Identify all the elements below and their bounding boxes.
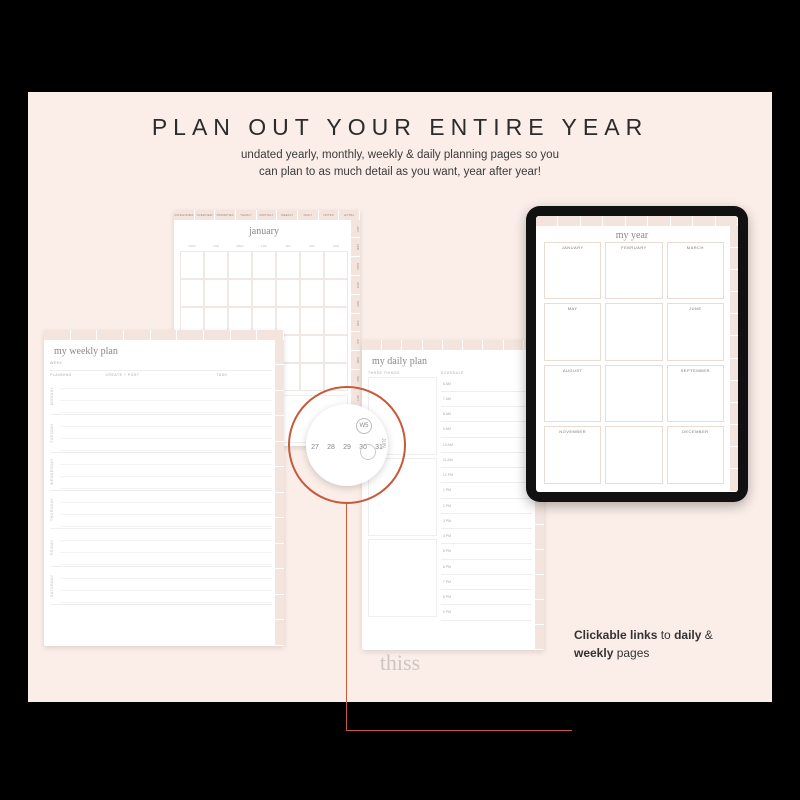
- time-slot: 6 PM: [441, 560, 532, 575]
- heading-block: PLAN OUT YOUR ENTIRE YEAR undated yearly…: [28, 92, 772, 182]
- tab[interactable]: DAILY: [298, 210, 319, 220]
- time-slot: 9 PM: [441, 605, 532, 620]
- time-slot: 7 AM: [441, 392, 532, 407]
- dow: WED: [228, 241, 252, 251]
- weekly-page-preview: my weekly plan WEEK PLANNING CREATE + PO…: [44, 330, 284, 646]
- day-row: TUESDAY: [50, 415, 272, 453]
- month-cell[interactable]: FEBRUARY: [605, 242, 662, 300]
- dow: MON: [180, 241, 204, 251]
- day-row: FRIDAY: [50, 529, 272, 567]
- time-slot: 1 PM: [441, 483, 532, 498]
- tab[interactable]: OVERVIEW: [195, 210, 216, 220]
- yearly-title: my year: [536, 230, 728, 241]
- side-tab[interactable]: APR: [351, 276, 360, 295]
- dow: THU: [252, 241, 276, 251]
- col-label: SCHEDULE: [441, 371, 532, 375]
- tab[interactable]: PRIORITIES: [215, 210, 236, 220]
- month-cell[interactable]: SEPTEMBER: [667, 365, 724, 423]
- col-label: THREE THINGS: [368, 371, 437, 375]
- promo-title: PLAN OUT YOUR ENTIRE YEAR: [28, 114, 772, 141]
- month-cell[interactable]: DECEMBER: [667, 426, 724, 484]
- week-link-circle[interactable]: W5: [356, 418, 372, 434]
- tab[interactable]: NOTES: [319, 210, 340, 220]
- mini-date[interactable]: 27: [310, 444, 321, 451]
- time-slot: 9 AM: [441, 422, 532, 437]
- dow: SUN: [324, 241, 348, 251]
- month-cell[interactable]: NOVEMBER: [544, 426, 601, 484]
- month-cell[interactable]: JUNE: [667, 303, 724, 361]
- time-slot: 5 PM: [441, 544, 532, 559]
- time-slot: 2 PM: [441, 499, 532, 514]
- day-row: WEDNESDAY: [50, 453, 272, 491]
- time-slot: 12 PM: [441, 468, 532, 483]
- side-tab[interactable]: MAR: [351, 257, 360, 276]
- watermark: thiss: [380, 650, 420, 676]
- mini-date[interactable]: 28: [326, 444, 337, 451]
- time-slot: 3 PM: [441, 514, 532, 529]
- side-tab[interactable]: FEB: [351, 238, 360, 257]
- monthly-title: january: [180, 226, 348, 237]
- time-slot: 6 AM: [441, 377, 532, 392]
- promo-card: PLAN OUT YOUR ENTIRE YEAR undated yearly…: [28, 92, 772, 702]
- month-cell[interactable]: AUGUST: [544, 365, 601, 423]
- daily-title: my daily plan: [368, 356, 532, 367]
- callout-text: Clickable links to daily & weekly pages: [574, 626, 744, 662]
- time-slot: 11 AM: [441, 453, 532, 468]
- tab[interactable]: MONTHLY: [257, 210, 278, 220]
- mini-date[interactable]: 29: [342, 444, 353, 451]
- month-cell[interactable]: [605, 365, 662, 423]
- dow: FRI: [276, 241, 300, 251]
- dow: SAT: [300, 241, 324, 251]
- day-row: THURSDAY: [50, 491, 272, 529]
- side-tab[interactable]: MAY: [351, 295, 360, 314]
- tab[interactable]: CATEGORIES: [174, 210, 195, 220]
- weekly-title: my weekly plan: [50, 346, 272, 357]
- callout-line-icon: [346, 730, 572, 731]
- tabs-top: CATEGORIES OVERVIEW PRIORITIES YEARLY MO…: [174, 210, 360, 220]
- time-slot: 8 PM: [441, 590, 532, 605]
- day-row: MONDAY: [50, 377, 272, 415]
- promo-subtitle: undated yearly, monthly, weekly & daily …: [28, 147, 772, 182]
- dow: TUE: [204, 241, 228, 251]
- side-tab[interactable]: JUL: [351, 332, 360, 351]
- month-cell[interactable]: [605, 303, 662, 361]
- side-tab[interactable]: JUN: [351, 314, 360, 333]
- preview-canvas: CATEGORIES OVERVIEW PRIORITIES YEARLY MO…: [28, 182, 772, 682]
- daily-page-preview: my daily plan THREE THINGS SCHEDULE 6 AM…: [362, 340, 544, 650]
- time-slot: 4 PM: [441, 529, 532, 544]
- time-slot: 8 AM: [441, 407, 532, 422]
- side-tab[interactable]: AUG: [351, 351, 360, 370]
- tab[interactable]: EXTRA: [339, 210, 360, 220]
- tab[interactable]: WEEKLY: [277, 210, 298, 220]
- ipad-mockup: my year JANUARY FEBRUARY MARCH MAY JUNE …: [526, 206, 748, 502]
- time-slot: 10 AM: [441, 438, 532, 453]
- yearly-grid: JANUARY FEBRUARY MARCH MAY JUNE AUGUST S…: [544, 242, 724, 484]
- day-row: SATURDAY: [50, 567, 272, 605]
- month-cell[interactable]: MARCH: [667, 242, 724, 300]
- jun-tab: JUN: [380, 438, 386, 448]
- tab[interactable]: YEARLY: [236, 210, 257, 220]
- side-tab[interactable]: JAN: [351, 220, 360, 239]
- magnifier-lens: W5 27 28 29 30 31 JUN: [306, 404, 388, 486]
- day-link-circle[interactable]: [360, 444, 376, 460]
- extra-box: [368, 539, 437, 617]
- month-cell[interactable]: [605, 426, 662, 484]
- month-cell[interactable]: JANUARY: [544, 242, 601, 300]
- callout-line-icon: [346, 504, 347, 730]
- time-slot: 7 PM: [441, 575, 532, 590]
- month-cell[interactable]: MAY: [544, 303, 601, 361]
